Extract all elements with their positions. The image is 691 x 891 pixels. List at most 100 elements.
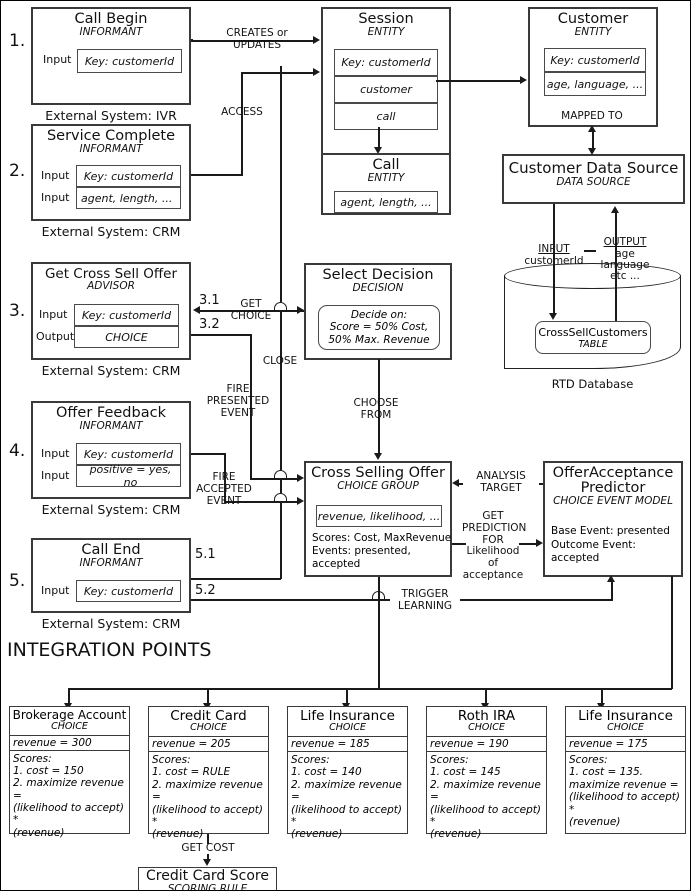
score-line: (likelihood to accept) * [152,803,264,828]
edge-label-line: ANALYSIS [476,470,526,482]
base-event-line: Base Event: presented [551,525,670,537]
edge-label-line: GET [482,510,504,522]
caption-offer-feedback: External System: CRM [41,502,181,517]
node-subtype: SCORING RULE [167,882,248,891]
node-title-line2: Predictor [580,480,646,497]
node-subtype: ADVISOR [87,280,135,293]
decision-line: Score = 50% Cost, [329,321,429,334]
node-call-end[interactable]: Call End INFORMANT Input Key: customerId [31,538,191,613]
score-line: Scores: [291,754,330,767]
edge-access-h1 [191,174,243,176]
predictor-lines: Base Event: presented Outcome Event: acc… [551,525,685,566]
edge-label-line: acceptance [462,568,524,581]
table-name: CrossSellCustomers [538,325,648,339]
node-credit-card-score[interactable]: Credit Card Score SCORING RULE [138,867,277,891]
db-output-heading: OUTPUT [603,236,647,248]
score-line: 2. maximize revenue = [13,777,124,802]
score-line: 1. cost = 150 [13,764,84,777]
score-line: (revenue) [13,826,65,839]
choice-type: CHOICE [51,720,88,732]
node-call-begin[interactable]: Call Begin INFORMANT Input Key: customer… [31,7,191,105]
edge-label-close: CLOSE [262,355,298,367]
outcome-event-line: Outcome Event: accepted [551,538,636,565]
row-value: Key: customerId [77,49,182,73]
score-line: 2. maximize revenue = [152,778,263,804]
row-label: Input [39,308,68,321]
edge-label-line: CHOOSE [353,397,399,409]
row-value: agent, length, ... [76,187,181,209]
node-subtype: ENTITY [367,172,405,185]
edge-access-h2 [241,72,313,74]
node-offer-feedback[interactable]: Offer Feedback INFORMANT Input Key: cust… [31,401,191,499]
line-hop [274,470,287,479]
node-title: Customer [557,11,629,27]
choice-card-credit-card[interactable]: Credit Card CHOICE revenue = 205 Scores:… [148,706,269,840]
row-label: Output [36,330,75,343]
line-hop [274,493,287,502]
arrow-head [313,36,320,44]
node-title: Call End [81,542,141,558]
score-line: maximize revenue = [569,778,679,791]
edge-close-vertical-3 [280,479,282,493]
edge-label-get-prediction: GET PREDICTION FOR Likelihood of accepta… [462,510,526,582]
row-label: Input [41,469,70,482]
edge-label-line: UPDATES [233,38,281,51]
arrow-head [607,575,615,582]
choice-name: Life Insurance [300,708,395,724]
session-field: Key: customerId [334,49,438,76]
edge-fanout-stem [378,577,380,689]
node-cross-selling-offer[interactable]: Cross Selling Offer CHOICE GROUP revenue… [304,461,452,577]
edge-label-line: FIRE [226,383,250,395]
score-line: 1. cost = 140 [291,766,362,779]
arrow-head [313,68,320,76]
row-label: Input [41,447,70,460]
caption-call-begin: External System: IVR [45,108,177,123]
node-session[interactable]: Session ENTITY Key: customerId customer … [321,7,451,159]
node-customer[interactable]: Customer ENTITY Key: customerId age, lan… [528,7,658,127]
choice-type: CHOICE [190,722,227,734]
edge-db-input [553,204,555,314]
edge-label-fire-presented: FIRE PRESENTED EVENT [201,383,275,419]
score-line: (likelihood to accept) * [13,802,125,827]
edge-label-creates-updates: CREATES or UPDATES [209,27,305,52]
edge-trigger-learning-v [611,581,613,600]
integration-points-heading: INTEGRATION POINTS [7,639,212,661]
choice-card-life-insurance-185[interactable]: Life Insurance CHOICE revenue = 185 Scor… [287,706,408,840]
score-line: (likelihood to accept) * [430,803,542,828]
edge-label-line: PRESENTED [206,394,270,407]
choice-type: CHOICE [607,722,644,734]
node-offer-acceptance-predictor[interactable]: OfferAcceptance Predictor CHOICE EVENT M… [543,461,683,577]
arrow-head [203,859,211,866]
node-call-entity[interactable]: Call ENTITY agent, length, ... [321,153,451,215]
call-field: agent, length, ... [334,191,438,213]
node-select-decision[interactable]: Select Decision DECISION Decide on: Scor… [304,263,452,360]
edge-5-1 [191,578,281,580]
node-service-complete[interactable]: Service Complete INFORMANT Input Key: cu… [31,124,191,221]
node-subtype: CHOICE GROUP [337,480,419,493]
cross-selling-offer-lines: Scores: Cost, MaxRevenue Events: present… [312,532,452,571]
edge-label-line: TARGET [480,481,522,494]
db-io-divider [584,250,596,252]
arrow-head [297,474,304,482]
edge-label-line: FIRE [212,471,236,483]
choice-card-roth-ira[interactable]: Roth IRA CHOICE revenue = 190 Scores: 1.… [426,706,547,840]
node-title: Credit Card Score [146,868,269,884]
node-subtype: ENTITY [574,26,612,39]
node-customer-data-source[interactable]: Customer Data Source DATA SOURCE [502,154,685,204]
node-title: Cross Selling Offer [311,465,445,481]
table-type: TABLE [578,338,608,350]
choice-card-brokerage-account[interactable]: Brokerage Account CHOICE revenue = 300 S… [9,706,130,839]
arrow-head [520,76,527,84]
node-title: Call [372,157,400,173]
edge-fanout-bus [68,688,602,690]
node-crosssellcustomers-table[interactable]: CrossSellCustomers TABLE [535,321,651,354]
edge-label-line: FROM [360,408,392,421]
edge-close-vertical-4 [280,502,282,579]
choice-card-life-insurance-175[interactable]: Life Insurance CHOICE revenue = 175 Scor… [565,706,686,834]
node-get-cross-sell-offer[interactable]: Get Cross Sell Offer ADVISOR Input Key: … [31,262,191,360]
session-field: customer [334,76,438,103]
edge-fire-accepted-h1 [191,453,226,455]
edge-label-choose-from: CHOOSE FROM [341,397,411,422]
edge-label-line: ACCEPTED [196,482,252,495]
edge-number-5-2: 5.2 [195,583,216,598]
